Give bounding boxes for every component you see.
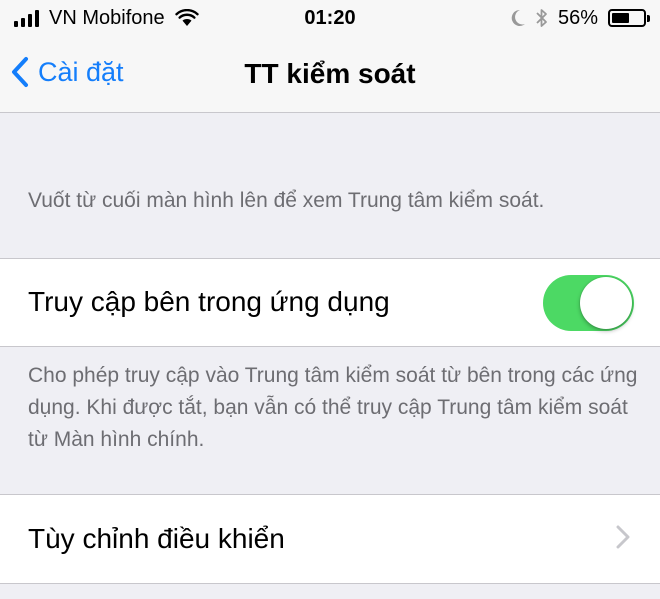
status-right: 56% <box>510 6 650 30</box>
section-footer-description: Cho phép truy cập vào Trung tâm kiểm soá… <box>28 364 638 451</box>
customize-controls-row[interactable]: Tùy chỉnh điều khiển <box>0 494 660 584</box>
status-bar: VN Mobifone 01:20 56% <box>0 0 660 38</box>
page-title: TT kiểm soát <box>244 58 416 89</box>
access-within-apps-row: Truy cập bên trong ứng dụng <box>0 258 660 347</box>
toggle-knob <box>580 277 632 329</box>
battery-percent: 56% <box>557 7 598 29</box>
navigation-bar: Cài đặt TT kiểm soát <box>0 38 660 113</box>
customize-controls-label: Tùy chỉnh điều khiển <box>28 523 285 554</box>
access-within-apps-toggle[interactable] <box>543 275 634 331</box>
access-within-apps-label: Truy cập bên trong ứng dụng <box>28 286 390 317</box>
bluetooth-icon <box>536 9 547 27</box>
section-footer-hint: Vuốt từ cuối màn hình lên để xem Trung t… <box>28 189 545 212</box>
moon-icon <box>511 9 525 26</box>
chevron-right-icon <box>616 525 630 549</box>
battery-icon <box>608 9 650 27</box>
